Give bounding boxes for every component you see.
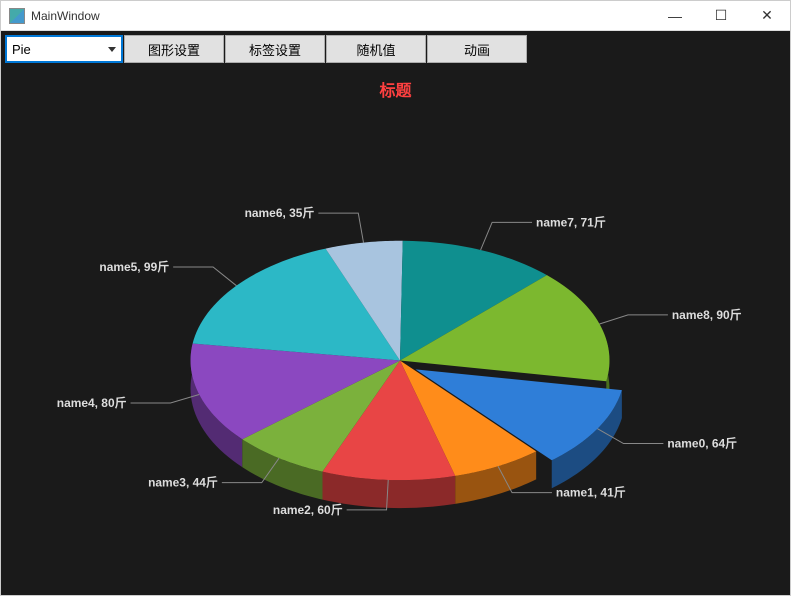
- label-leader: [173, 267, 236, 286]
- chart-type-combo[interactable]: Pie: [5, 35, 123, 63]
- slice-label: name2, 60斤: [273, 502, 343, 517]
- app-icon: [9, 8, 25, 24]
- close-button[interactable]: ✕: [744, 1, 790, 31]
- label-leader: [131, 394, 200, 403]
- random-value-button[interactable]: 随机值: [326, 35, 426, 63]
- titlebar: MainWindow — ☐ ✕: [1, 1, 790, 31]
- slice-label: name4, 80斤: [57, 395, 127, 410]
- graph-settings-button[interactable]: 图形设置: [124, 35, 224, 63]
- label-leader: [481, 222, 532, 250]
- maximize-button[interactable]: ☐: [698, 1, 744, 31]
- slice-label: name6, 35斤: [245, 205, 315, 220]
- pie-chart: name0, 64斤 name1, 41斤 name2, 60斤 name3, 44斤…: [1, 91, 790, 595]
- label-settings-button[interactable]: 标签设置: [225, 35, 325, 63]
- pie-chart-area: name0, 64斤 name1, 41斤 name2, 60斤 name3, 44斤…: [1, 91, 790, 595]
- slice-label: name5, 99斤: [99, 259, 169, 274]
- slice-label: name0, 64斤: [667, 436, 737, 451]
- window-title: MainWindow: [31, 9, 100, 23]
- toolbar: Pie 图形设置 标签设置 随机值 动画: [1, 31, 790, 63]
- slice-label: name3, 44斤: [148, 475, 218, 490]
- content-area: Pie 图形设置 标签设置 随机值 动画 标题 name0, 64斤name1,…: [1, 31, 790, 595]
- main-window: MainWindow — ☐ ✕ Pie 图形设置 标签设置 随机值 动画 标题…: [0, 0, 791, 596]
- chevron-down-icon: [108, 47, 116, 52]
- animation-button[interactable]: 动画: [427, 35, 527, 63]
- slice-label: name8, 90斤: [672, 307, 742, 322]
- slice-label: name1, 41斤: [556, 485, 626, 500]
- minimize-button[interactable]: —: [652, 1, 698, 31]
- chart-type-value: Pie: [12, 42, 31, 57]
- label-leader: [318, 213, 363, 242]
- slice-label: name7, 71斤: [536, 214, 606, 229]
- label-leader: [599, 315, 667, 324]
